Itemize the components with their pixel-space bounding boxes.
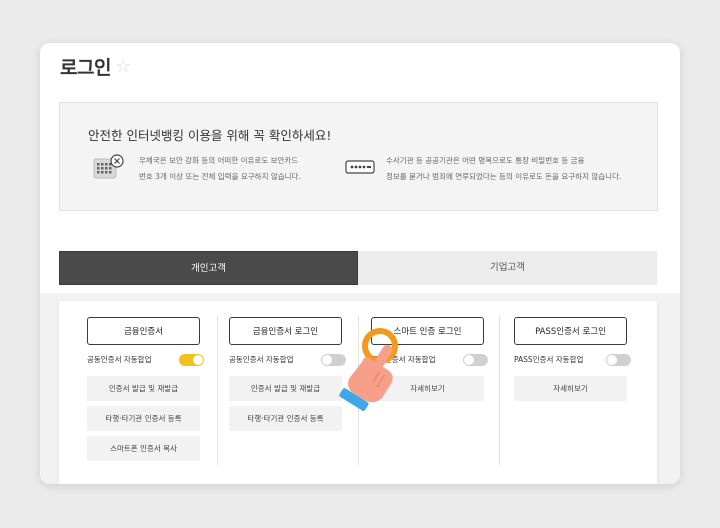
auto-merge-label: 공동인증서 자동합업 [87, 355, 152, 364]
page-title-text: 로그인 [60, 57, 111, 79]
smartphone-cert-copy-button[interactable]: 스마트폰 인증서 복사 [87, 436, 200, 461]
auto-merge-label: 공동인증서 자동합업 [229, 355, 294, 364]
notice-item-1: 우체국은 보안 강화 등의 어떠한 이유로도 보안카드 번호 3개 이상 또는 … [139, 153, 301, 185]
notice-item-1-line2: 번호 3개 이상 또는 전체 입력을 요구하지 않습니다. [139, 172, 301, 181]
tab-corporate[interactable]: 기업고객 [358, 251, 657, 285]
notice-item-2-line1: 수사기관 등 공공기관은 어떤 명목으로도 통장 비밀번호 등 금융 [386, 156, 585, 165]
security-notice: 안전한 인터넷뱅킹 이용을 위해 꼭 확인하세요! 우체국은 보안 강화 등의 … [59, 102, 658, 211]
toggle-knob [193, 355, 203, 365]
star-icon[interactable]: ☆ [115, 56, 131, 77]
auto-merge-toggle[interactable] [463, 354, 488, 366]
security-card-icon [93, 154, 124, 179]
notice-item-1-line1: 우체국은 보안 강화 등의 어떠한 이유로도 보안카드 [139, 156, 299, 165]
auto-merge-row: PASS인증서 자동합업 [514, 353, 631, 367]
hand-pointer-icon [339, 328, 398, 411]
page-title: 로그인 ☆ [60, 53, 131, 80]
toggle-knob [464, 355, 474, 365]
other-bank-cert-register-button[interactable]: 타행·타기관 인증서 등록 [87, 406, 200, 431]
auto-merge-toggle[interactable] [606, 354, 631, 366]
column-divider [217, 315, 218, 465]
toggle-knob [607, 355, 617, 365]
details-button[interactable]: 자세히보기 [514, 376, 627, 401]
method-financial-cert: 금융인증서 공동인증서 자동합업 인증서 발급 및 재발급 타행·타기관 인증서… [77, 301, 218, 484]
cert-issue-button[interactable]: 인증서 발급 및 재발급 [87, 376, 200, 401]
notice-item-2-line2: 정보를 묻거나 범죄에 연루되었다는 등의 이유로도 돈을 요구하지 않습니다. [386, 172, 622, 181]
notice-title: 안전한 인터넷뱅킹 이용을 위해 꼭 확인하세요! [88, 128, 332, 143]
login-window: 로그인 ☆ 안전한 인터넷뱅킹 이용을 위해 꼭 확인하세요! 우체국은 보안 … [40, 43, 680, 484]
pass-cert-login-button[interactable]: PASS인증서 로그인 [514, 317, 627, 345]
notice-item-2: 수사기관 등 공공기관은 어떤 명목으로도 통장 비밀번호 등 금융 정보를 묻… [386, 153, 621, 185]
auto-merge-label: PASS인증서 자동합업 [514, 355, 584, 364]
method-pass-cert: PASS인증서 로그인 PASS인증서 자동합업 자세히보기 [504, 301, 645, 484]
tab-personal[interactable]: 개인고객 [59, 251, 358, 285]
password-icon [345, 160, 375, 174]
auto-merge-toggle[interactable] [179, 354, 204, 366]
auto-merge-row: 공동인증서 자동합업 [87, 353, 204, 367]
column-divider [499, 315, 500, 465]
financial-cert-button[interactable]: 금융인증서 [87, 317, 200, 345]
